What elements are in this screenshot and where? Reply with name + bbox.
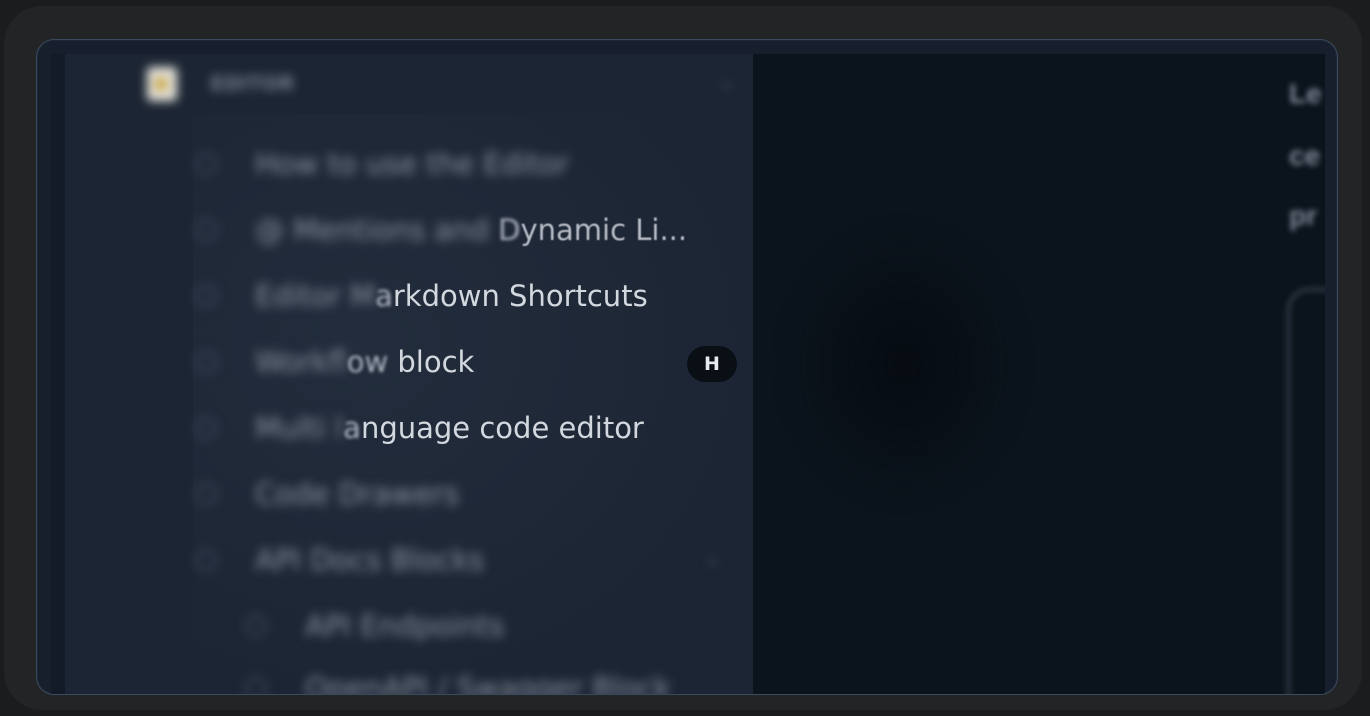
page-icon xyxy=(245,615,267,637)
label-text: a xyxy=(375,279,393,313)
label-text: API Endpoints xyxy=(305,609,505,643)
chevron-down-icon[interactable]: ⌄ xyxy=(705,548,720,569)
label-text: Workf xyxy=(255,345,347,379)
page-icon xyxy=(195,219,217,241)
label-text: rkdown Shortcuts xyxy=(392,279,648,313)
shortcut-badge: H xyxy=(687,346,737,382)
content-card xyxy=(1287,288,1325,694)
sidebar-item-label: @ Mentions and Dynamic Li... xyxy=(255,213,687,247)
label-text: Editor M xyxy=(255,279,376,313)
sidebar-item-workflow-block[interactable]: Workflow block xyxy=(195,340,745,384)
label-text: How to use the Editor xyxy=(255,147,570,181)
label-text: Code Drawers xyxy=(255,477,460,511)
page-icon xyxy=(195,153,217,175)
label-text: API Docs Blocks xyxy=(255,543,484,577)
content-pane: Le ce pr xyxy=(753,54,1325,694)
sidebar-item-api-endpoints[interactable]: API Endpoints xyxy=(245,604,795,648)
content-text-line: Le xyxy=(1289,78,1322,109)
section-title: EDITOR xyxy=(211,72,296,95)
label-text: nguage code editor xyxy=(360,411,644,445)
chevron-down-icon[interactable]: ⌄ xyxy=(719,72,734,93)
sidebar-item-label: API Docs Blocks xyxy=(255,543,484,577)
label-text: OpenAPI / Swagger Block xyxy=(305,671,671,694)
sidebar-item-label: Multi language code editor xyxy=(255,411,644,445)
content-text-line: pr xyxy=(1289,200,1317,231)
page-icon xyxy=(195,483,217,505)
sidebar-item-label: OpenAPI / Swagger Block xyxy=(305,671,671,694)
screen-frame: EDITOR ⌄ How to use the Editor @ Mention… xyxy=(36,39,1338,695)
app-window: EDITOR ⌄ How to use the Editor @ Mention… xyxy=(4,6,1362,710)
sidebar-item-openapi-swagger-block[interactable]: OpenAPI / Swagger Block xyxy=(245,666,795,694)
sidebar-item-label: How to use the Editor xyxy=(255,147,569,181)
label-text: @ Mentions and xyxy=(255,213,499,247)
sidebar-item-label: API Endpoints xyxy=(305,609,504,643)
label-text: a xyxy=(343,411,361,445)
sidebar-item-how-to-use-editor[interactable]: How to use the Editor xyxy=(195,142,745,186)
label-text: ynamic Li... xyxy=(520,213,688,247)
content-shadow xyxy=(783,224,1023,504)
page-icon xyxy=(195,285,217,307)
sidebar: EDITOR ⌄ How to use the Editor @ Mention… xyxy=(65,54,753,694)
sidebar-item-label: Editor Markdown Shortcuts xyxy=(255,279,648,313)
label-text: block xyxy=(388,345,475,379)
label-text: D xyxy=(498,213,521,247)
sidebar-item-label: Workflow block xyxy=(255,345,474,379)
sidebar-item-label: Code Drawers xyxy=(255,477,459,511)
sidebar-item-code-drawers[interactable]: Code Drawers xyxy=(195,472,745,516)
sidebar-item-mentions[interactable]: @ Mentions and Dynamic Li... xyxy=(195,208,745,252)
sidebar-item-markdown-shortcuts[interactable]: Editor Markdown Shortcuts xyxy=(195,274,745,318)
sidebar-section-editor[interactable]: EDITOR ⌄ xyxy=(147,62,747,106)
page-icon xyxy=(195,417,217,439)
notepad-icon xyxy=(147,67,177,101)
label-text: low xyxy=(346,345,389,379)
page-icon xyxy=(245,677,267,694)
sidebar-rail xyxy=(51,54,65,694)
page-icon xyxy=(195,549,217,571)
app-viewport: EDITOR ⌄ How to use the Editor @ Mention… xyxy=(51,54,1325,694)
sidebar-item-api-docs-blocks[interactable]: API Docs Blocks xyxy=(195,538,745,582)
sidebar-item-multi-language-code-editor[interactable]: Multi language code editor xyxy=(195,406,745,450)
page-icon xyxy=(195,351,217,373)
content-text-line: ce xyxy=(1289,140,1321,171)
label-text: Multi l xyxy=(255,411,344,445)
